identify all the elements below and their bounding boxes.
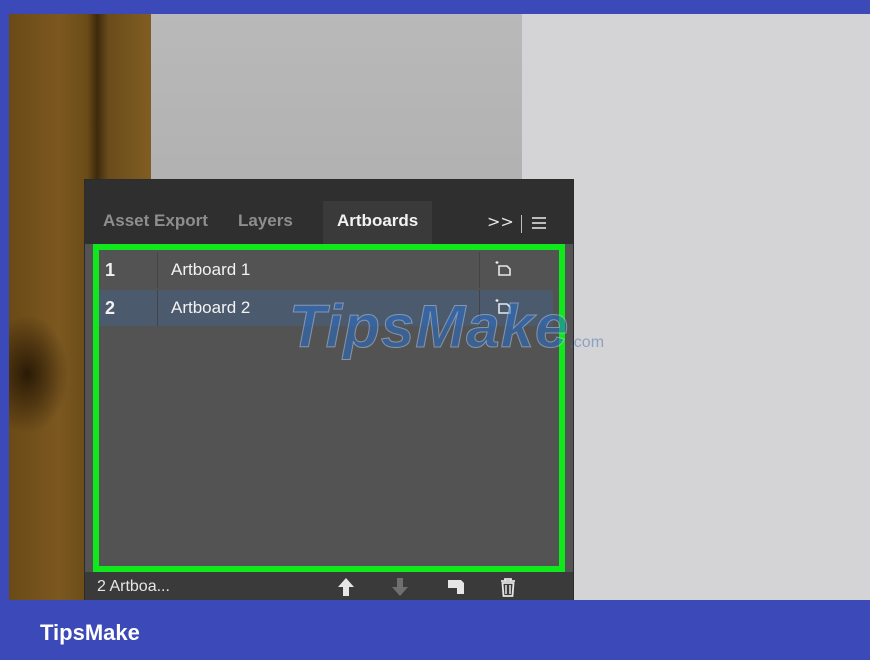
artboard-row-1[interactable]: 1 Artboard 1 bbox=[97, 252, 553, 288]
panel-tab-bar: Asset Export Layers Artboards >> bbox=[85, 180, 573, 244]
watermark: TipsMake.com bbox=[288, 292, 605, 362]
more-panels-button[interactable]: >> bbox=[487, 202, 514, 242]
artboard-count: 2 Artboa... bbox=[97, 578, 170, 595]
brand-label: TipsMake bbox=[40, 620, 140, 645]
trash-icon[interactable] bbox=[497, 576, 519, 598]
tab-bar-divider bbox=[521, 215, 522, 233]
panel-footer: 2 Artboa... bbox=[85, 572, 573, 600]
tab-artboards[interactable]: Artboards bbox=[323, 201, 433, 244]
background-photo-shadow bbox=[9, 314, 69, 434]
arrow-down-icon[interactable] bbox=[389, 576, 411, 598]
column-divider bbox=[157, 252, 158, 288]
arrow-up-icon[interactable] bbox=[335, 576, 357, 598]
tab-asset-export[interactable]: Asset Export bbox=[103, 201, 208, 244]
artboard-options-icon[interactable] bbox=[495, 260, 513, 278]
watermark-text: TipsMake bbox=[288, 293, 570, 361]
new-artboard-icon[interactable] bbox=[445, 576, 467, 598]
artboard-name[interactable]: Artboard 2 bbox=[171, 290, 250, 326]
artboard-number: 2 bbox=[105, 298, 116, 318]
watermark-suffix: .com bbox=[569, 334, 605, 351]
column-divider bbox=[479, 252, 480, 288]
artboard-number: 1 bbox=[105, 260, 116, 280]
column-divider bbox=[157, 290, 158, 326]
hamburger-menu-icon[interactable] bbox=[532, 217, 546, 229]
tab-layers[interactable]: Layers bbox=[238, 201, 293, 244]
document-canvas: Asset Export Layers Artboards >> 1 Artbo… bbox=[9, 14, 870, 600]
artboards-panel: Asset Export Layers Artboards >> 1 Artbo… bbox=[85, 180, 573, 600]
artboard-name[interactable]: Artboard 1 bbox=[171, 252, 250, 288]
